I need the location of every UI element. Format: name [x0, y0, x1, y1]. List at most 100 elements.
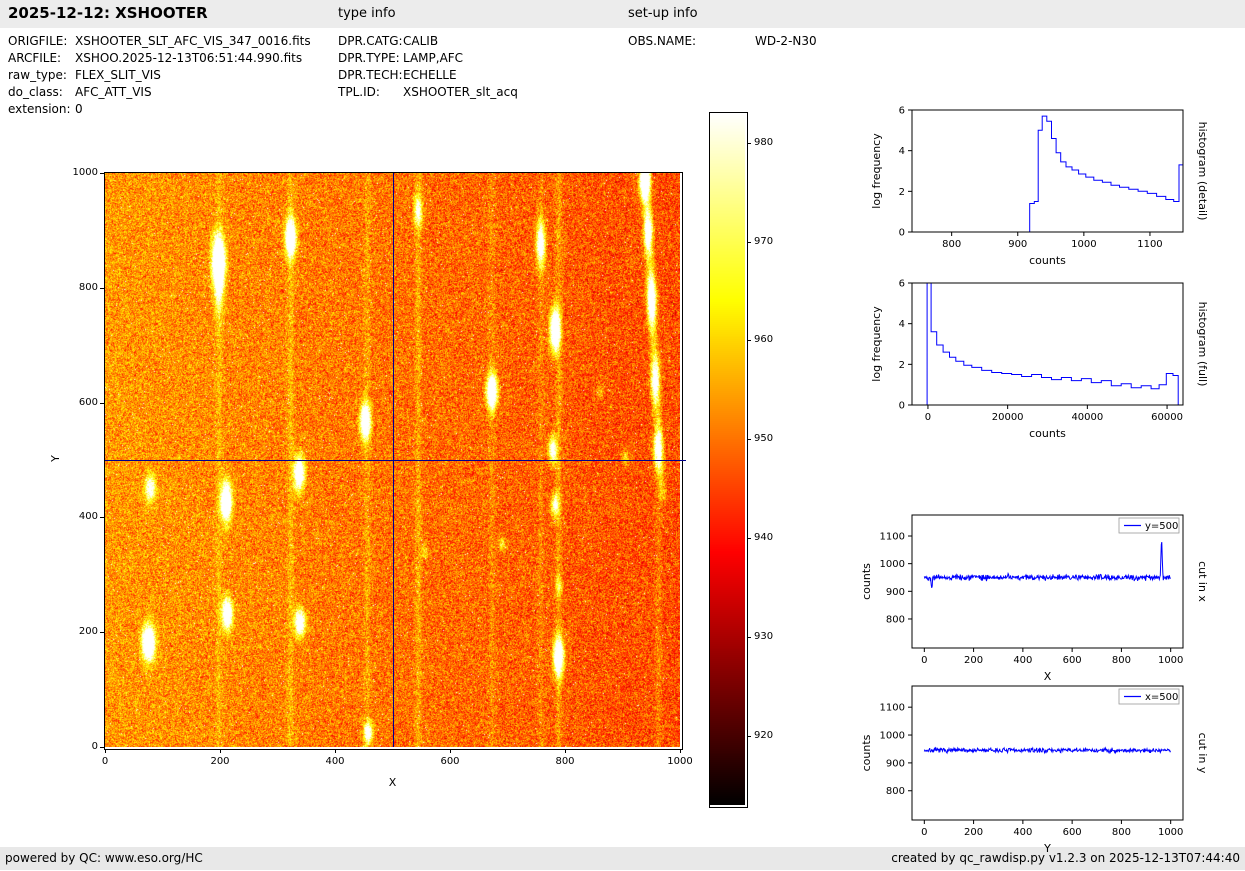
- info-row-raw-type: raw_type:FLEX_SLIT_VIS: [8, 67, 311, 84]
- y-tick-label: 0: [899, 228, 905, 239]
- colorbar-tick: [747, 736, 751, 737]
- x-tick-label: 40000: [1071, 412, 1103, 423]
- info-label: DPR.TYPE:: [338, 50, 403, 67]
- legend-label: y=500: [1145, 521, 1178, 532]
- x-tick-label: 1000: [1158, 655, 1183, 666]
- x-tick-label: 400: [315, 755, 355, 769]
- colorbar-tick: [747, 538, 751, 539]
- y-tick: [100, 288, 104, 289]
- plot-side-label: histogram (full): [1196, 302, 1209, 387]
- x-tick-label: 20000: [992, 412, 1024, 423]
- x-tick: [105, 749, 106, 753]
- image-axes: [104, 172, 683, 750]
- dpr-info-column: DPR.CATG:CALIB DPR.TYPE:LAMP,AFC DPR.TEC…: [338, 33, 518, 101]
- y-tick-label: 900: [886, 587, 905, 598]
- y-tick-label: 800: [886, 786, 905, 797]
- x-tick-label: 600: [1063, 827, 1082, 838]
- x-tick-label: 1000: [1071, 239, 1096, 250]
- plot-cut-x: 0200400600800100080090010001100Xcountscu…: [845, 505, 1245, 700]
- y-tick-label: 600: [58, 396, 98, 410]
- colorbar-tick-label: 980: [754, 136, 784, 150]
- y-tick-label: 4: [899, 146, 905, 157]
- x-tick-label: 200: [200, 755, 240, 769]
- crosshair-horizontal: [105, 460, 686, 461]
- title-bar: 2025-12-12: XSHOOTER type info set-up in…: [0, 0, 1245, 28]
- plot-xlabel: Y: [1043, 842, 1051, 855]
- colorbar-tick: [747, 242, 751, 243]
- x-tick: [220, 749, 221, 753]
- y-tick-label: 1100: [880, 703, 905, 714]
- info-value: XSHOOTER_SLT_AFC_VIS_347_0016.fits: [75, 34, 311, 48]
- plot-side-label: cut in y: [1196, 733, 1209, 774]
- y-tick-label: 0: [58, 740, 98, 754]
- x-tick-label: 60000: [1151, 412, 1183, 423]
- colorbar-tick: [747, 143, 751, 144]
- colorbar-canvas: [710, 113, 745, 805]
- colorbar-tick-label: 960: [754, 333, 784, 347]
- info-value: FLEX_SLIT_VIS: [75, 68, 161, 82]
- colorbar-tick-label: 950: [754, 432, 784, 446]
- colorbar-tick-label: 920: [754, 729, 784, 743]
- info-label: DPR.CATG:: [338, 33, 403, 50]
- y-tick: [100, 747, 104, 748]
- info-value: XSHOOTER_slt_acq: [403, 85, 518, 99]
- y-tick-label: 800: [58, 281, 98, 295]
- info-label: do_class:: [8, 84, 75, 101]
- x-tick-label: 1000: [660, 755, 700, 769]
- type-info-heading: type info: [338, 6, 396, 21]
- obs-info-column: OBS.NAME:WD-2-N30: [628, 33, 817, 50]
- x-tick-label: 0: [921, 655, 927, 666]
- x-tick-label: 600: [1063, 655, 1082, 666]
- info-label: ORIGFILE:: [8, 33, 75, 50]
- y-tick-label: 900: [886, 758, 905, 769]
- x-tick-label: 200: [964, 655, 983, 666]
- colorbar-tick: [747, 637, 751, 638]
- info-value: XSHOO.2025-12-13T06:51:44.990.fits: [75, 51, 302, 65]
- info-row-dpr-type: DPR.TYPE:LAMP,AFC: [338, 50, 518, 67]
- y-tick-label: 1000: [58, 166, 98, 180]
- plot-cut-y: 0200400600800100080090010001100Ycountscu…: [845, 676, 1245, 871]
- colorbar: [709, 112, 748, 808]
- x-tick-label: 800: [1112, 655, 1131, 666]
- y-tick: [100, 517, 104, 518]
- info-row-do-class: do_class:AFC_ATT_VIS: [8, 84, 311, 101]
- x-tick-label: 400: [1013, 827, 1032, 838]
- plot-ylabel: log frequency: [870, 306, 883, 382]
- image-xlabel: X: [105, 776, 680, 789]
- info-value: WD-2-N30: [755, 34, 817, 48]
- x-tick-label: 800: [942, 239, 961, 250]
- plot-hist-detail: 800900100011000246countslog frequencyhis…: [845, 100, 1245, 290]
- x-tick-label: 900: [1008, 239, 1027, 250]
- y-tick-label: 6: [899, 106, 905, 117]
- info-label: ARCFILE:: [8, 50, 75, 67]
- y-tick-label: 2: [899, 360, 905, 371]
- y-tick-label: 4: [899, 319, 905, 330]
- info-row-dpr-catg: DPR.CATG:CALIB: [338, 33, 518, 50]
- y-tick-label: 0: [899, 401, 905, 412]
- plot-xlabel: counts: [1029, 254, 1066, 267]
- info-label: extension:: [8, 101, 75, 118]
- info-value: 0: [75, 102, 83, 116]
- x-tick: [680, 749, 681, 753]
- info-row-obs-name: OBS.NAME:WD-2-N30: [628, 33, 817, 50]
- x-tick-label: 0: [921, 827, 927, 838]
- plot-xlabel: counts: [1029, 427, 1066, 440]
- x-tick: [450, 749, 451, 753]
- plot-side-label: cut in x: [1196, 561, 1209, 602]
- info-row-extension: extension:0: [8, 101, 311, 118]
- info-value: LAMP,AFC: [403, 51, 463, 65]
- x-tick-label: 1000: [1158, 827, 1183, 838]
- x-tick-label: 600: [430, 755, 470, 769]
- x-tick-label: 400: [1013, 655, 1032, 666]
- y-tick-label: 200: [58, 625, 98, 639]
- y-tick: [100, 173, 104, 174]
- x-tick-label: 1100: [1137, 239, 1162, 250]
- x-tick-label: 200: [964, 827, 983, 838]
- plot-ylabel: log frequency: [870, 133, 883, 209]
- info-row-tpl-id: TPL.ID:XSHOOTER_slt_acq: [338, 84, 518, 101]
- y-tick-label: 6: [899, 279, 905, 290]
- image-ylabel: Y: [49, 455, 62, 462]
- page-title: 2025-12-12: XSHOOTER: [8, 4, 208, 22]
- x-tick: [335, 749, 336, 753]
- file-info-column: ORIGFILE:XSHOOTER_SLT_AFC_VIS_347_0016.f…: [8, 33, 311, 118]
